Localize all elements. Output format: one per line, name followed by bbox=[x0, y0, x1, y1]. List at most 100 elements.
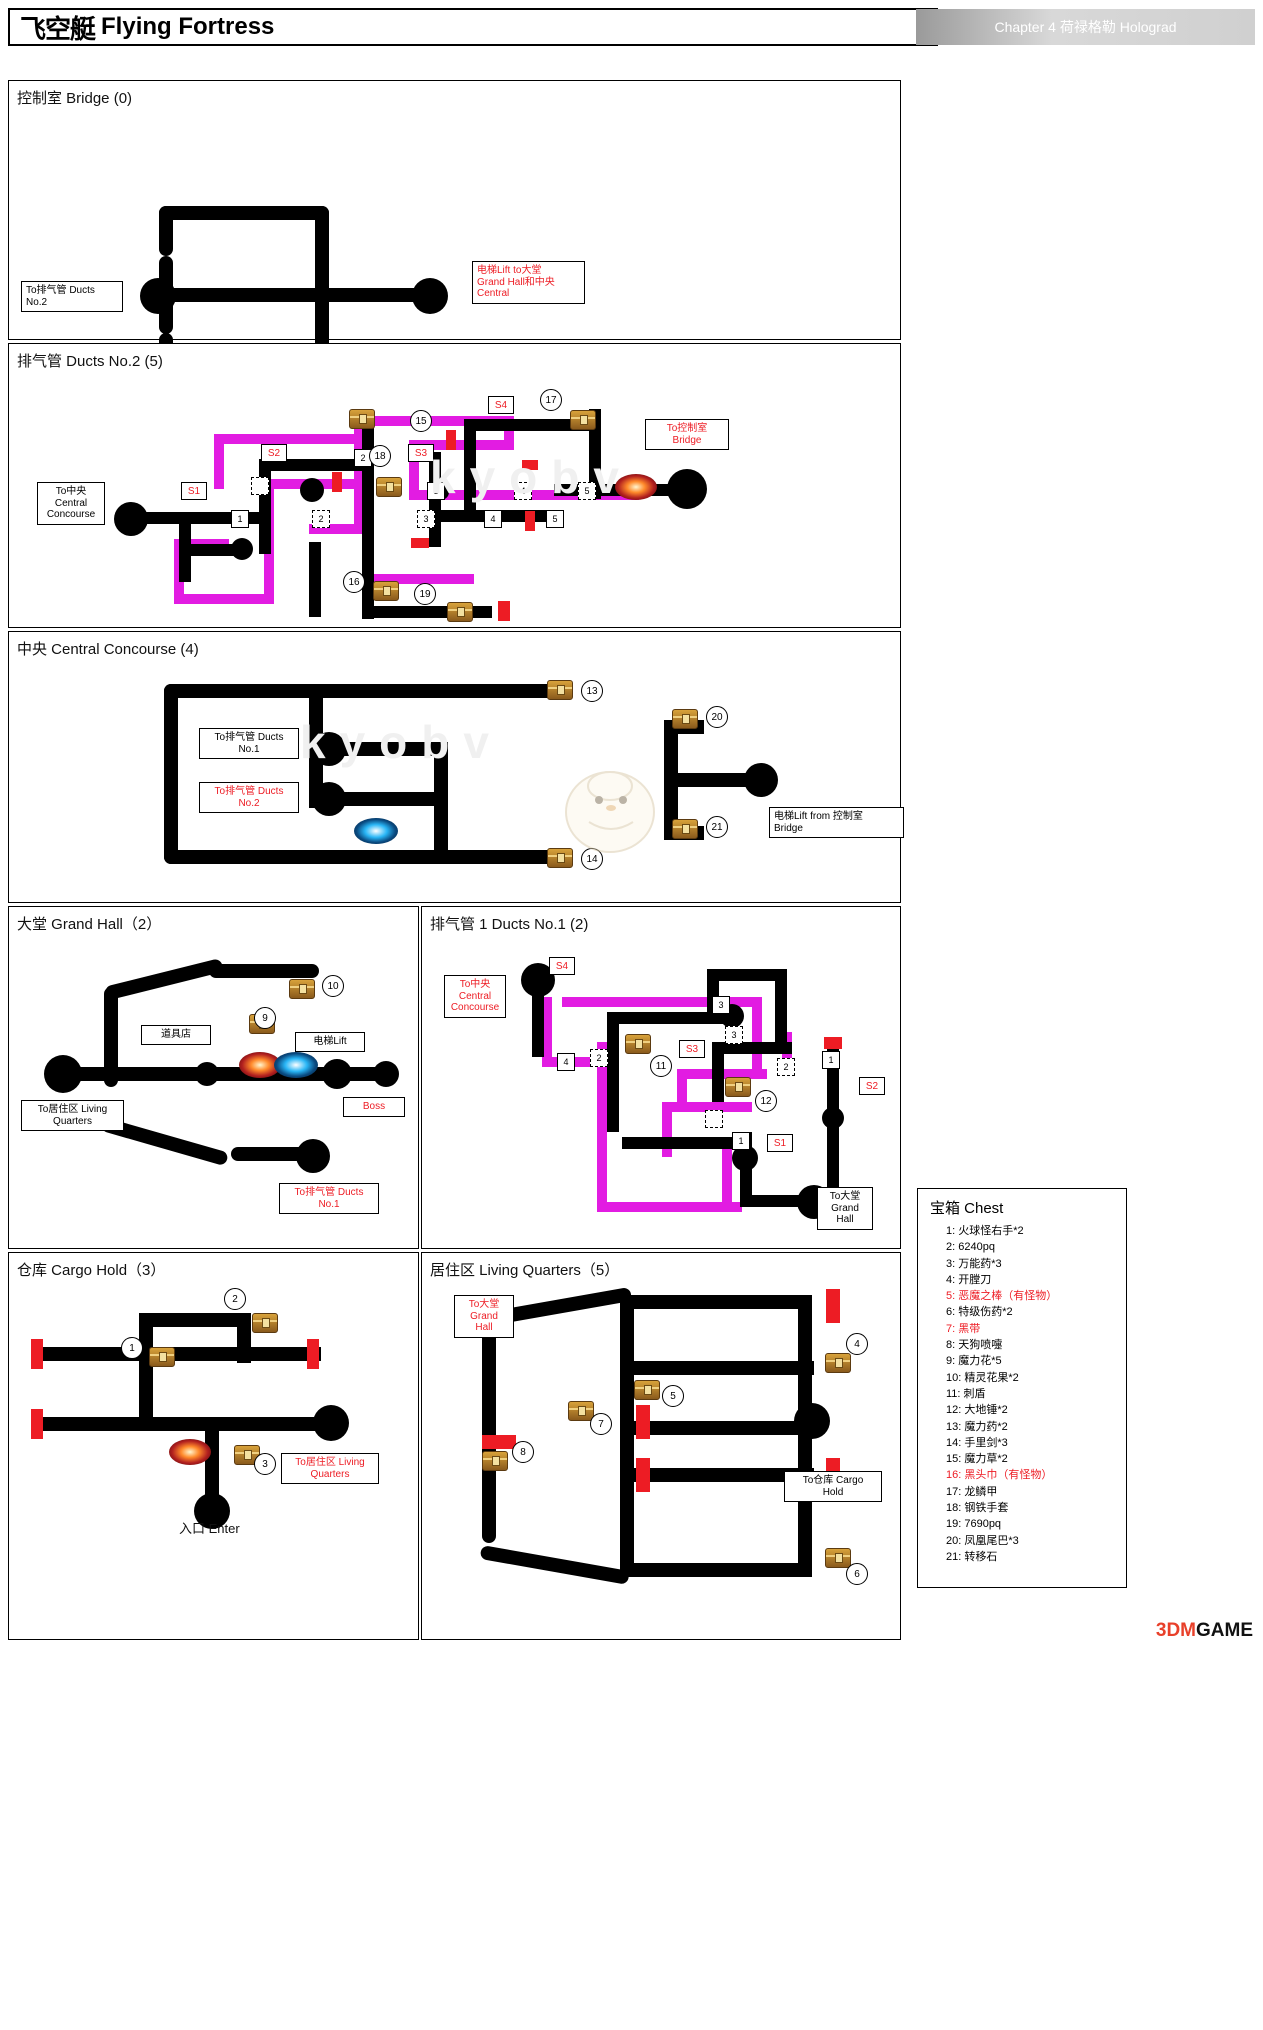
ducts2-lower-5 bbox=[309, 542, 321, 617]
ducts2-lift-4: 4 bbox=[484, 510, 502, 528]
lq-bottom bbox=[622, 1563, 812, 1577]
lq-chest-num-5: 5 bbox=[662, 1385, 684, 1407]
chest-list-item: 2: 6240pq bbox=[946, 1241, 995, 1254]
cargo-h1 bbox=[31, 1347, 321, 1361]
cargo-h2 bbox=[31, 1417, 321, 1431]
cargo-chest-1 bbox=[149, 1347, 175, 1367]
ducts2-deadend-5 bbox=[498, 601, 510, 621]
ducts2-lower-2 bbox=[259, 459, 271, 554]
central-to-ducts2-label: To排气管 Ducts No.2 bbox=[199, 782, 299, 813]
lq-node-right bbox=[794, 1403, 830, 1439]
panel-ducts2: 排气管 Ducts No.2 (5) To中央 Central Concours… bbox=[8, 343, 901, 628]
cargo-node-right bbox=[313, 1405, 349, 1441]
gh-node-boss bbox=[373, 1061, 399, 1087]
lq-top bbox=[622, 1295, 812, 1309]
ducts2-node-left bbox=[114, 502, 148, 536]
map-page: 飞空艇 Flying Fortress Chapter 4 荷禄格勒 Holog… bbox=[0, 0, 1263, 1648]
d1-chest-11 bbox=[625, 1034, 651, 1054]
ducts2-chest-16 bbox=[373, 581, 399, 601]
gh-to-ducts1-label: To排气管 Ducts No.1 bbox=[279, 1183, 379, 1214]
chest-list-item: 9: 魔力花*5 bbox=[946, 1355, 1002, 1368]
d1-switch-s3: S3 bbox=[679, 1040, 705, 1058]
ducts2-upper-2 bbox=[214, 434, 224, 489]
panel-cargo-label: 仓库 Cargo Hold（3） bbox=[17, 1262, 166, 1279]
ducts2-upper-11 bbox=[174, 594, 274, 604]
gh-boss-label: Boss bbox=[343, 1097, 405, 1117]
central-lift-label: 电梯Lift from 控制室 Bridge bbox=[769, 807, 904, 838]
lq-chest-num-4: 4 bbox=[846, 1333, 868, 1355]
brand-part2: GAME bbox=[1196, 1620, 1253, 1641]
ducts2-to-bridge-label: To控制室 Bridge bbox=[645, 419, 729, 450]
chest-list-item: 15: 魔力草*2 bbox=[946, 1453, 1008, 1466]
d1-lift-4a: 4 bbox=[557, 1053, 575, 1071]
ducts2-chest-17 bbox=[570, 410, 596, 430]
header: 飞空艇 Flying Fortress Chapter 4 荷禄格勒 Holog… bbox=[8, 8, 1255, 46]
central-top bbox=[164, 684, 554, 698]
brand-part1: 3DM bbox=[1155, 1620, 1196, 1641]
lq-chest-4 bbox=[825, 1353, 851, 1373]
gh-node-lift bbox=[322, 1059, 352, 1089]
gh-portal bbox=[274, 1052, 318, 1078]
chest-list-item: 20: 凤凰尾巴*3 bbox=[946, 1534, 1019, 1547]
d1-lower-3 bbox=[607, 1012, 619, 1132]
title-chinese: 飞空艇 bbox=[20, 13, 96, 44]
cargo-deadend-2 bbox=[307, 1339, 319, 1369]
central-chest-21 bbox=[672, 819, 698, 839]
ducts2-lift-3: 3 bbox=[427, 482, 445, 500]
panel-ducts2-label: 排气管 Ducts No.2 (5) bbox=[17, 353, 163, 370]
panel-central: 中央 Central Concourse (4) To排气管 Ducts No.1… bbox=[8, 631, 904, 903]
ducts2-to-central-text: To中央 Central Concourse bbox=[46, 486, 96, 520]
chest-list-items: 1: 火球怪右手*2 2: 6240pq 3: 万能药*3 4: 开膛刀 5: 恶魔之棒… bbox=[946, 1223, 1057, 1565]
ducts2-upper-1 bbox=[214, 434, 364, 444]
cargo-chest-2 bbox=[252, 1313, 278, 1333]
panel-ducts1: 排气管 1 Ducts No.1 (2) To中央 Central Concou… bbox=[421, 906, 901, 1249]
panel-bridge-label: 控制室 Bridge (0) bbox=[17, 90, 133, 107]
bridge-to-ducts2-text: To排气管 Ducts No.2 bbox=[26, 285, 95, 308]
panel-living: 居住区 Living Quarters（5） To大堂 Grand Hall To仓… bbox=[421, 1252, 901, 1640]
panel-living-label: 居住区 Living Quarters（5） bbox=[430, 1262, 620, 1279]
chest-list-item: 6: 特级伤药*2 bbox=[946, 1306, 1013, 1319]
chest-list-item: 8: 天狗喷嚏 bbox=[946, 1339, 1003, 1352]
cargo-deadend-1 bbox=[31, 1339, 43, 1369]
ducts2-lift-dash-2: 2 bbox=[312, 510, 330, 528]
cargo-chest-num-3: 3 bbox=[254, 1453, 276, 1475]
cargo-h3 bbox=[139, 1313, 249, 1327]
ducts2-deadend-1 bbox=[446, 430, 456, 450]
chest-list-item: 13: 魔力药*2 bbox=[946, 1420, 1008, 1433]
panel-grand-hall-label: 大堂 Grand Hall（2） bbox=[17, 916, 162, 933]
d1-switch-s2: S2 bbox=[859, 1077, 885, 1095]
chest-list-title: 宝箱 Chest bbox=[930, 1200, 1004, 1217]
gh-node-left bbox=[44, 1055, 82, 1093]
panel-grand-hall: 大堂 Grand Hall（2） To居住区 Living Quarters 道具… bbox=[8, 906, 419, 1249]
d1-upper-8 bbox=[597, 1202, 742, 1212]
central-chest-13 bbox=[547, 680, 573, 700]
bridge-lift-label: 电梯Lift to大堂 Grand Hall和中央 Central bbox=[472, 261, 585, 304]
ducts2-lift-1: 1 bbox=[231, 510, 249, 528]
d1-to-central-label: To中央 Central Concourse bbox=[444, 975, 506, 1018]
lq-left-vert bbox=[482, 1313, 496, 1543]
d1-lift-1a bbox=[705, 1110, 723, 1128]
ducts2-deadend-2 bbox=[522, 460, 538, 470]
central-to-ducts1-label: To排气管 Ducts No.1 bbox=[199, 728, 299, 759]
ducts2-lift-dash-3: 3 bbox=[417, 510, 435, 528]
chest-list-item: 16: 黑头巾（有怪物） bbox=[946, 1469, 1053, 1482]
lq-chest-5 bbox=[634, 1380, 660, 1400]
chest-list-item: 14: 手里剑*3 bbox=[946, 1436, 1008, 1449]
cargo-v1 bbox=[139, 1313, 153, 1423]
central-node-2 bbox=[312, 782, 346, 816]
central-chest-num-21: 21 bbox=[706, 816, 728, 838]
ducts2-to-bridge-text: To控制室 Bridge bbox=[666, 423, 708, 446]
gh-chest-num-9: 9 bbox=[254, 1007, 276, 1029]
d1-upper-11 bbox=[722, 1143, 732, 1203]
legend: 上层道路Upper Path 底层道路Lower Path 十字路不相交（高低差… bbox=[915, 870, 1255, 1180]
chest-list-panel: 宝箱 Chest 1: 火球怪右手*2 2: 6240pq 3: 万能药*3 4: 开… bbox=[917, 1188, 1127, 1588]
ducts2-deadend-6 bbox=[332, 472, 342, 492]
gh-node-bottom bbox=[296, 1139, 330, 1173]
central-portal bbox=[354, 818, 398, 844]
central-chest-num-20: 20 bbox=[706, 706, 728, 728]
gh-shop-label: 道具店 bbox=[141, 1025, 211, 1045]
central-left-vert bbox=[164, 684, 178, 864]
panel-cargo: 仓库 Cargo Hold（3） 1 2 3 To居住区 Living Quart… bbox=[8, 1252, 419, 1640]
ducts2-chest-15 bbox=[349, 409, 375, 429]
gh-chest-num-10: 10 bbox=[322, 975, 344, 997]
